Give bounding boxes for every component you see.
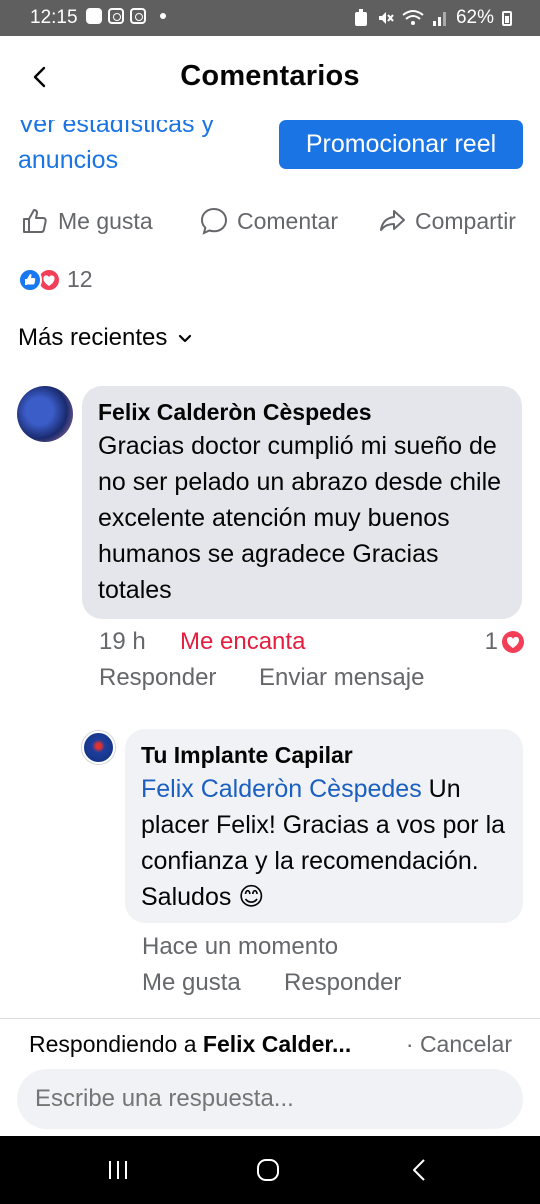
battery-icon [502, 10, 512, 26]
cancel-reply-button[interactable]: · Cancelar [406, 1031, 512, 1058]
status-bar: 12:15 62% [0, 0, 540, 36]
like-reaction-icon [18, 267, 42, 292]
comment-reaction-number: 1 [484, 628, 498, 655]
comment-text: Gracias doctor cumplió mi sueño de no se… [98, 432, 502, 604]
reply-author[interactable]: Tu Implante Capilar [141, 739, 507, 771]
like-label: Me gusta [58, 207, 153, 234]
comment-reaction-count[interactable]: 1 [485, 628, 524, 656]
reaction-count: 12 [67, 266, 93, 292]
chevron-down-icon [179, 334, 192, 343]
replying-prefix: Respondiendo a [29, 1031, 197, 1057]
post-actions: Me gusta Comentar Compartir [0, 200, 540, 244]
system-nav-bar [0, 1136, 540, 1204]
send-message-button[interactable]: Enviar mensaje [259, 664, 424, 692]
instagram-notification-icon [108, 8, 124, 24]
reactions-summary[interactable]: 12 [18, 266, 93, 293]
comment-label: Comentar [237, 207, 338, 234]
home-icon[interactable] [256, 1158, 280, 1182]
comment-time: 19 h [99, 628, 146, 655]
promote-reel-button[interactable]: Promocionar reel [279, 120, 523, 169]
share-label: Compartir [415, 207, 516, 234]
heart-icon [502, 631, 524, 653]
wifi-icon [402, 10, 424, 25]
reply-button[interactable]: Responder [99, 664, 216, 692]
comment-author[interactable]: Felix Calderòn Cèspedes [98, 396, 506, 428]
reply-text: Felix Calderòn Cèspedes Un placer Felix!… [141, 771, 507, 915]
comment-action-button[interactable]: Comentar [199, 206, 338, 236]
reply-time: Hace un momento [142, 933, 339, 960]
share-arrow-icon [380, 210, 405, 231]
reply-like-button[interactable]: Me gusta [142, 969, 241, 997]
back-nav-icon[interactable] [408, 1158, 432, 1182]
system-icons: 62% [354, 7, 512, 29]
comment-bubble-icon [200, 207, 228, 235]
like-action-button[interactable]: Me gusta [20, 206, 153, 236]
reply-input[interactable] [17, 1069, 523, 1129]
signal-icon [432, 12, 446, 26]
more-notifications-dot-icon [160, 13, 166, 19]
status-time: 12:15 [30, 7, 78, 28]
reply-reply-button[interactable]: Responder [284, 969, 401, 997]
page-avatar[interactable] [82, 731, 115, 764]
comments-header: Comentarios [0, 36, 540, 120]
alarm-icon [354, 9, 367, 26]
thumbs-up-icon [23, 209, 47, 233]
mention-link[interactable]: Felix Calderòn Cèspedes [141, 775, 422, 803]
recent-apps-icon[interactable] [106, 1158, 130, 1182]
notification-icons [86, 8, 166, 24]
replying-to: Respondiendo a Felix Calder... [29, 1031, 351, 1058]
page-title: Comentarios [180, 60, 360, 92]
share-action-button[interactable]: Compartir [377, 206, 516, 236]
checkbox-notification-icon [86, 8, 102, 24]
sort-dropdown[interactable]: Más recientes [18, 324, 193, 352]
reply-composer: Respondiendo a Felix Calder... · Cancela… [0, 1018, 540, 1136]
mute-icon [378, 12, 394, 24]
reply-bubble[interactable]: Tu Implante Capilar Felix Calderòn Cèspe… [125, 729, 523, 923]
battery-percent: 62% [455, 7, 494, 28]
avatar[interactable] [17, 386, 73, 442]
love-reaction-button[interactable]: Me encanta [180, 628, 305, 656]
comment-bubble[interactable]: Felix Calderòn Cèspedes Gracias doctor c… [82, 386, 522, 619]
replying-name: Felix Calder... [202, 1031, 352, 1057]
sort-label: Más recientes [18, 324, 168, 351]
instagram-notification-icon-2 [130, 8, 146, 24]
